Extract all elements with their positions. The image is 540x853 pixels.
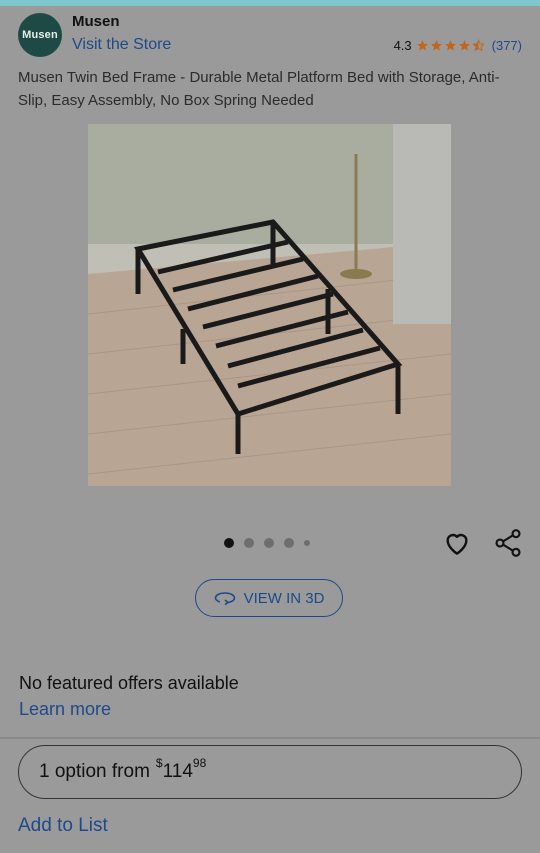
brand-name: Musen — [72, 13, 120, 30]
section-divider — [0, 737, 540, 739]
store-header: Musen Musen Visit the Store 4.3 (377) — [0, 10, 540, 62]
product-title: Musen Twin Bed Frame - Durable Metal Pla… — [18, 69, 500, 109]
visit-store-link[interactable]: Visit the Store — [72, 36, 171, 54]
view-in-3d-button[interactable]: VIEW IN 3D — [195, 579, 343, 617]
rating-summary[interactable]: 4.3 (377) — [394, 38, 522, 53]
share-icon — [495, 529, 521, 557]
star-full-icon — [458, 40, 470, 51]
price: $ 114 98 — [156, 757, 206, 783]
rotate-3d-icon — [214, 592, 235, 605]
learn-more-link[interactable]: Learn more — [19, 699, 111, 720]
wishlist-button[interactable] — [441, 527, 473, 559]
carousel-dot[interactable] — [264, 538, 274, 548]
top-accent-strip — [0, 0, 540, 6]
no-offers-text: No featured offers available — [19, 673, 239, 693]
price-symbol: $ — [155, 756, 163, 770]
add-to-list-link[interactable]: Add to List — [18, 815, 108, 837]
brand-avatar[interactable]: Musen — [18, 13, 62, 57]
image-carousel-dots[interactable] — [224, 538, 310, 548]
carousel-dot-active[interactable] — [224, 538, 234, 548]
star-full-icon — [430, 40, 442, 51]
carousel-dot[interactable] — [244, 538, 254, 548]
carousel-dot[interactable] — [304, 540, 310, 546]
rating-stars — [416, 39, 485, 52]
view-in-3d-label: VIEW IN 3D — [243, 589, 325, 607]
rating-count: (377) — [491, 38, 522, 53]
star-half-icon — [471, 39, 485, 52]
heart-icon — [446, 533, 468, 555]
carousel-dot[interactable] — [284, 538, 294, 548]
buying-options-button[interactable]: 1 option from $ 114 98 — [18, 745, 522, 799]
price-whole: 114 — [162, 761, 193, 782]
share-button[interactable] — [492, 527, 524, 559]
star-full-icon — [416, 40, 428, 51]
star-full-icon — [444, 40, 456, 51]
rating-score: 4.3 — [393, 38, 412, 53]
option-text: 1 option from — [39, 761, 150, 782]
price-cents: 98 — [192, 756, 207, 770]
product-image[interactable] — [88, 124, 451, 486]
